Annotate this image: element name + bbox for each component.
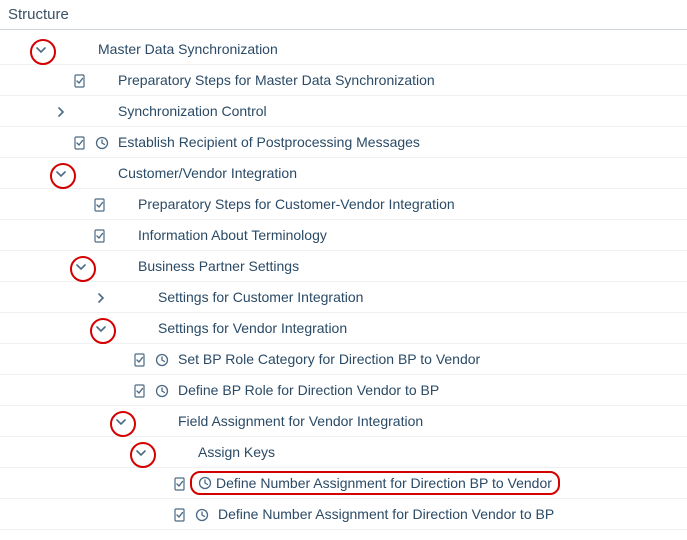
- document-icon: [173, 508, 187, 522]
- chevron-down-icon[interactable]: [36, 45, 46, 55]
- tree-node-label[interactable]: Customer/Vendor Integration: [114, 163, 301, 183]
- tree-node-label[interactable]: Information About Terminology: [134, 225, 331, 245]
- tree-node-assign-keys[interactable]: Assign Keys: [0, 437, 687, 468]
- document-icon: [133, 353, 147, 367]
- activity-icon[interactable]: [198, 476, 212, 490]
- tree-node-label[interactable]: Business Partner Settings: [134, 256, 303, 276]
- tree-node-vend-integ-settings[interactable]: Settings for Vendor Integration: [0, 313, 687, 344]
- tree-node-label[interactable]: Preparatory Steps for Customer-Vendor In…: [134, 194, 459, 214]
- chevron-right-icon[interactable]: [96, 293, 106, 303]
- structure-tree: Master Data Synchronization Preparatory …: [0, 30, 687, 530]
- document-icon: [133, 384, 147, 398]
- chevron-down-icon[interactable]: [136, 448, 146, 458]
- tree-node-prep-steps-cvi[interactable]: Preparatory Steps for Customer-Vendor In…: [0, 189, 687, 220]
- highlighted-activity[interactable]: Define Number Assignment for Direction B…: [190, 471, 560, 495]
- chevron-down-icon[interactable]: [96, 324, 106, 334]
- tree-node-label[interactable]: Field Assignment for Vendor Integration: [174, 411, 427, 431]
- activity-icon[interactable]: [195, 508, 209, 522]
- tree-node-num-assign-vendor-to-bp[interactable]: Define Number Assignment for Direction V…: [0, 499, 687, 530]
- chevron-right-icon[interactable]: [56, 107, 66, 117]
- tree-node-label[interactable]: Synchronization Control: [114, 101, 271, 121]
- tree-node-bp-settings[interactable]: Business Partner Settings: [0, 251, 687, 282]
- tree-node-label[interactable]: Preparatory Steps for Master Data Synchr…: [114, 70, 439, 90]
- tree-node-label[interactable]: Settings for Customer Integration: [154, 287, 367, 307]
- tree-node-label[interactable]: Establish Recipient of Postprocessing Me…: [114, 132, 424, 152]
- tree-node-sync-control[interactable]: Synchronization Control: [0, 96, 687, 127]
- tree-node-set-bp-role-category[interactable]: Set BP Role Category for Direction BP to…: [0, 344, 687, 375]
- tree-node-label[interactable]: Assign Keys: [194, 442, 279, 462]
- tree-node-info-terminology[interactable]: Information About Terminology: [0, 220, 687, 251]
- chevron-down-icon[interactable]: [76, 262, 86, 272]
- tree-node-establish-recipient[interactable]: Establish Recipient of Postprocessing Me…: [0, 127, 687, 158]
- tree-node-label[interactable]: Set BP Role Category for Direction BP to…: [174, 349, 484, 369]
- document-icon: [173, 477, 187, 491]
- document-icon: [93, 229, 107, 243]
- chevron-down-icon[interactable]: [116, 417, 126, 427]
- tree-node-define-bp-role[interactable]: Define BP Role for Direction Vendor to B…: [0, 375, 687, 406]
- tree-node-cust-integ-settings[interactable]: Settings for Customer Integration: [0, 282, 687, 313]
- structure-header: Structure: [0, 0, 687, 30]
- structure-title: Structure: [8, 6, 69, 23]
- tree-node-label[interactable]: Master Data Synchronization: [94, 39, 282, 59]
- activity-icon[interactable]: [95, 136, 109, 150]
- document-icon: [73, 74, 87, 88]
- chevron-down-icon[interactable]: [56, 169, 66, 179]
- tree-node-num-assign-bp-to-vendor[interactable]: Define Number Assignment for Direction B…: [0, 468, 687, 499]
- document-icon: [93, 198, 107, 212]
- activity-icon[interactable]: [155, 353, 169, 367]
- activity-icon[interactable]: [155, 384, 169, 398]
- tree-node-label[interactable]: Define Number Assignment for Direction V…: [214, 504, 558, 524]
- document-icon: [73, 136, 87, 150]
- tree-node-master-data-sync[interactable]: Master Data Synchronization: [0, 34, 687, 65]
- tree-node-label[interactable]: Define Number Assignment for Direction B…: [216, 475, 552, 491]
- tree-node-label[interactable]: Define BP Role for Direction Vendor to B…: [174, 380, 443, 400]
- tree-node-cv-integration[interactable]: Customer/Vendor Integration: [0, 158, 687, 189]
- tree-node-label[interactable]: Settings for Vendor Integration: [154, 318, 351, 338]
- tree-node-field-assignment-vi[interactable]: Field Assignment for Vendor Integration: [0, 406, 687, 437]
- tree-node-prep-steps-mds[interactable]: Preparatory Steps for Master Data Synchr…: [0, 65, 687, 96]
